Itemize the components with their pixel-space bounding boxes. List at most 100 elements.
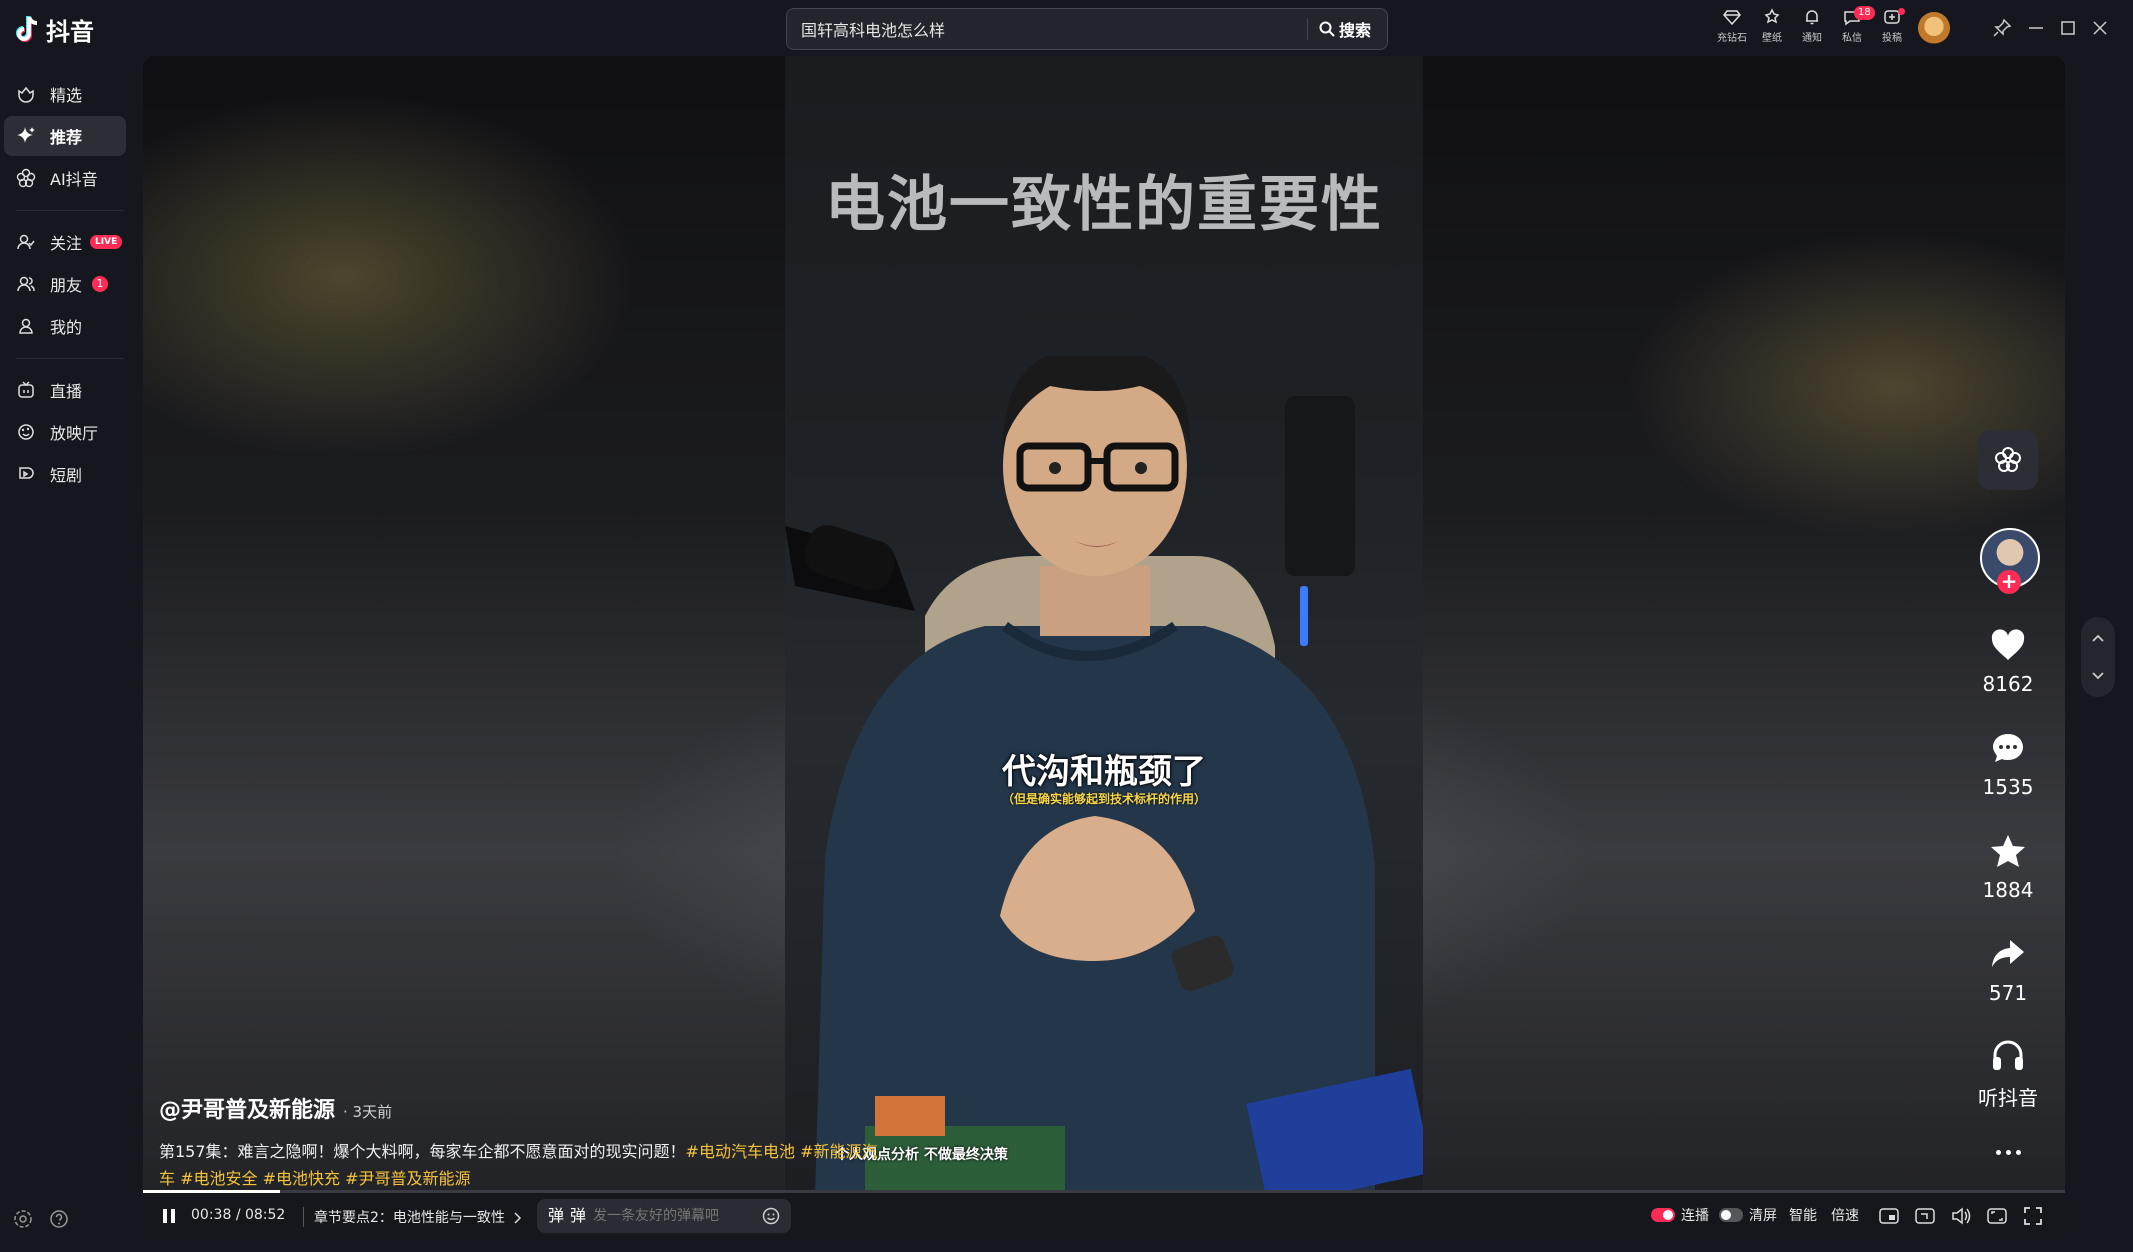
- notifications-button[interactable]: 通知: [1792, 8, 1832, 50]
- bell-icon: [1806, 10, 1818, 25]
- recharge-diamond-button[interactable]: 充钻石: [1712, 8, 1752, 50]
- autoplay-toggle[interactable]: 连播: [1651, 1205, 1709, 1225]
- duration: 08:52: [244, 1207, 286, 1223]
- user-icon: [16, 316, 36, 336]
- danmaku-input[interactable]: [593, 1206, 753, 1226]
- minimize-icon: [2029, 27, 2043, 29]
- sidebar-item-label: 关注: [50, 234, 83, 253]
- sidebar-item-label: 推荐: [50, 128, 83, 147]
- sidebar-item-label: 放映厅: [50, 424, 99, 443]
- more-options-button[interactable]: [1988, 1142, 2028, 1162]
- volume-icon[interactable]: [1949, 1204, 1973, 1228]
- share-count: 571: [1988, 981, 2028, 1005]
- follow-icon: [16, 232, 36, 252]
- clear-screen-toggle[interactable]: 清屏: [1719, 1205, 1777, 1225]
- chevron-up-icon[interactable]: [2086, 627, 2110, 651]
- sidebar-item-recommend[interactable]: 推荐: [4, 116, 126, 156]
- emoji-icon[interactable]: [761, 1206, 781, 1226]
- video-player[interactable]: 电池一致性的重要性 代沟和瓶颈了 （但是确实能够起到技术标杆的作用） 个人观点分…: [143, 56, 2065, 1240]
- featured-icon: [16, 84, 36, 104]
- help-icon[interactable]: [48, 1208, 70, 1230]
- sidebar-divider: [16, 210, 124, 211]
- notifications-label: 通知: [1802, 33, 1822, 44]
- video-frame[interactable]: 电池一致性的重要性 代沟和瓶颈了 （但是确实能够起到技术标杆的作用） 个人观点分…: [785, 56, 1423, 1192]
- friends-count-badge: 1: [92, 276, 109, 292]
- sidebar-item-follow[interactable]: 关注 LIVE: [4, 222, 126, 262]
- pin-star-icon: [1764, 8, 1780, 24]
- sidebar-item-label: 我的: [50, 318, 83, 337]
- listen-button[interactable]: 听抖音: [1963, 1038, 2053, 1111]
- close-button[interactable]: [2088, 16, 2112, 40]
- title-bar: 抖音 搜索 充钻石 壁纸 通知 18 私信 投稿: [0, 0, 2133, 56]
- hashtag[interactable]: #电动汽车电池: [686, 1142, 795, 1161]
- mini-window-icon[interactable]: [1913, 1204, 1937, 1228]
- like-button[interactable]: 8162: [1963, 628, 2053, 696]
- fullscreen-icon[interactable]: [2021, 1204, 2045, 1228]
- messages-button[interactable]: 18 私信: [1832, 6, 1875, 50]
- ai-assistant-button[interactable]: [1978, 430, 2038, 490]
- web-fullscreen-icon[interactable]: [1985, 1204, 2009, 1228]
- danmaku-box: 弹 弹: [537, 1199, 791, 1233]
- close-icon: [2093, 21, 2107, 35]
- picture-in-picture-icon[interactable]: [1877, 1204, 1901, 1228]
- follow-plus-button[interactable]: +: [1997, 570, 2021, 594]
- comment-icon: [1993, 734, 2023, 762]
- recharge-label: 充钻石: [1717, 33, 1747, 44]
- author-name[interactable]: @尹哥普及新能源: [159, 1098, 335, 1123]
- smart-label: 智能: [1789, 1208, 1817, 1224]
- like-count: 8162: [1982, 672, 2034, 696]
- sidebar-item-friends[interactable]: 朋友 1: [4, 264, 126, 304]
- sidebar-item-ai-douyin[interactable]: AI抖音: [4, 158, 126, 198]
- pin-icon: [1993, 18, 2012, 37]
- sidebar-item-mine[interactable]: 我的: [4, 306, 126, 346]
- settings-icon[interactable]: [12, 1208, 34, 1230]
- chapter-label: 章节要点2：电池性能与一致性: [314, 1210, 505, 1226]
- ai-flower-icon: [16, 168, 36, 188]
- maximize-button[interactable]: [2056, 16, 2080, 40]
- search-input[interactable]: [801, 18, 1271, 40]
- sidebar-item-label: 精选: [50, 86, 83, 105]
- chevron-down-icon[interactable]: [2086, 663, 2110, 687]
- smart-button[interactable]: 智能: [1789, 1205, 1817, 1225]
- diamond-icon: [1723, 10, 1741, 26]
- sidebar: 精选 推荐 AI抖音 关注 LIVE 朋友 1 我的 直播 放映厅 短剧: [0, 56, 140, 1252]
- live-badge: LIVE: [90, 235, 123, 249]
- sparkle-icon: [16, 126, 36, 146]
- hashtag[interactable]: #电池安全: [180, 1169, 257, 1188]
- pause-button[interactable]: [157, 1204, 181, 1228]
- sidebar-item-live[interactable]: 直播: [4, 370, 126, 410]
- time-display: 00:38 / 08:52: [191, 1207, 285, 1223]
- app-logo[interactable]: 抖音: [14, 12, 94, 47]
- minimize-button[interactable]: [2024, 16, 2048, 40]
- speed-button[interactable]: 倍速: [1831, 1205, 1859, 1225]
- douyin-logo-icon: [16, 15, 38, 42]
- search-bar: 搜索: [786, 8, 1388, 50]
- pin-window-button[interactable]: [1990, 16, 2014, 40]
- autoplay-switch: [1651, 1208, 1675, 1222]
- sidebar-item-featured[interactable]: 精选: [4, 74, 126, 114]
- sidebar-item-label: 短剧: [50, 466, 83, 485]
- favorite-button[interactable]: 1884: [1963, 834, 2053, 902]
- chapter-button[interactable]: 章节要点2：电池性能与一致性: [303, 1207, 523, 1227]
- upload-button[interactable]: 投稿: [1872, 8, 1912, 50]
- hashtag[interactable]: #电池快充: [263, 1169, 340, 1188]
- user-avatar[interactable]: [1918, 12, 1950, 44]
- search-button[interactable]: 搜索: [1319, 15, 1371, 43]
- comment-button[interactable]: 1535: [1963, 731, 2053, 799]
- clear-screen-label: 清屏: [1749, 1208, 1777, 1224]
- sidebar-item-short-drama[interactable]: 短剧: [4, 454, 126, 494]
- hashtag[interactable]: #尹哥普及新能源: [345, 1169, 470, 1188]
- share-button[interactable]: 571: [1963, 937, 2053, 1005]
- danmaku-toggle-icon[interactable]: 弹: [545, 1205, 567, 1227]
- sidebar-bottom: [12, 1208, 70, 1230]
- app-name: 抖音: [46, 18, 94, 46]
- clear-screen-switch: [1719, 1208, 1743, 1222]
- chevron-right-icon: [514, 1212, 522, 1224]
- control-bar: 00:38 / 08:52 章节要点2：电池性能与一致性 弹 弹 连播 清屏 智…: [143, 1193, 2065, 1240]
- autoplay-label: 连播: [1681, 1208, 1709, 1224]
- sidebar-item-label: 直播: [50, 382, 83, 401]
- speed-label: 倍速: [1831, 1208, 1859, 1224]
- wallpaper-button[interactable]: 壁纸: [1752, 8, 1792, 50]
- sidebar-item-theater[interactable]: 放映厅: [4, 412, 126, 452]
- danmaku-settings-icon[interactable]: 弹: [567, 1205, 589, 1227]
